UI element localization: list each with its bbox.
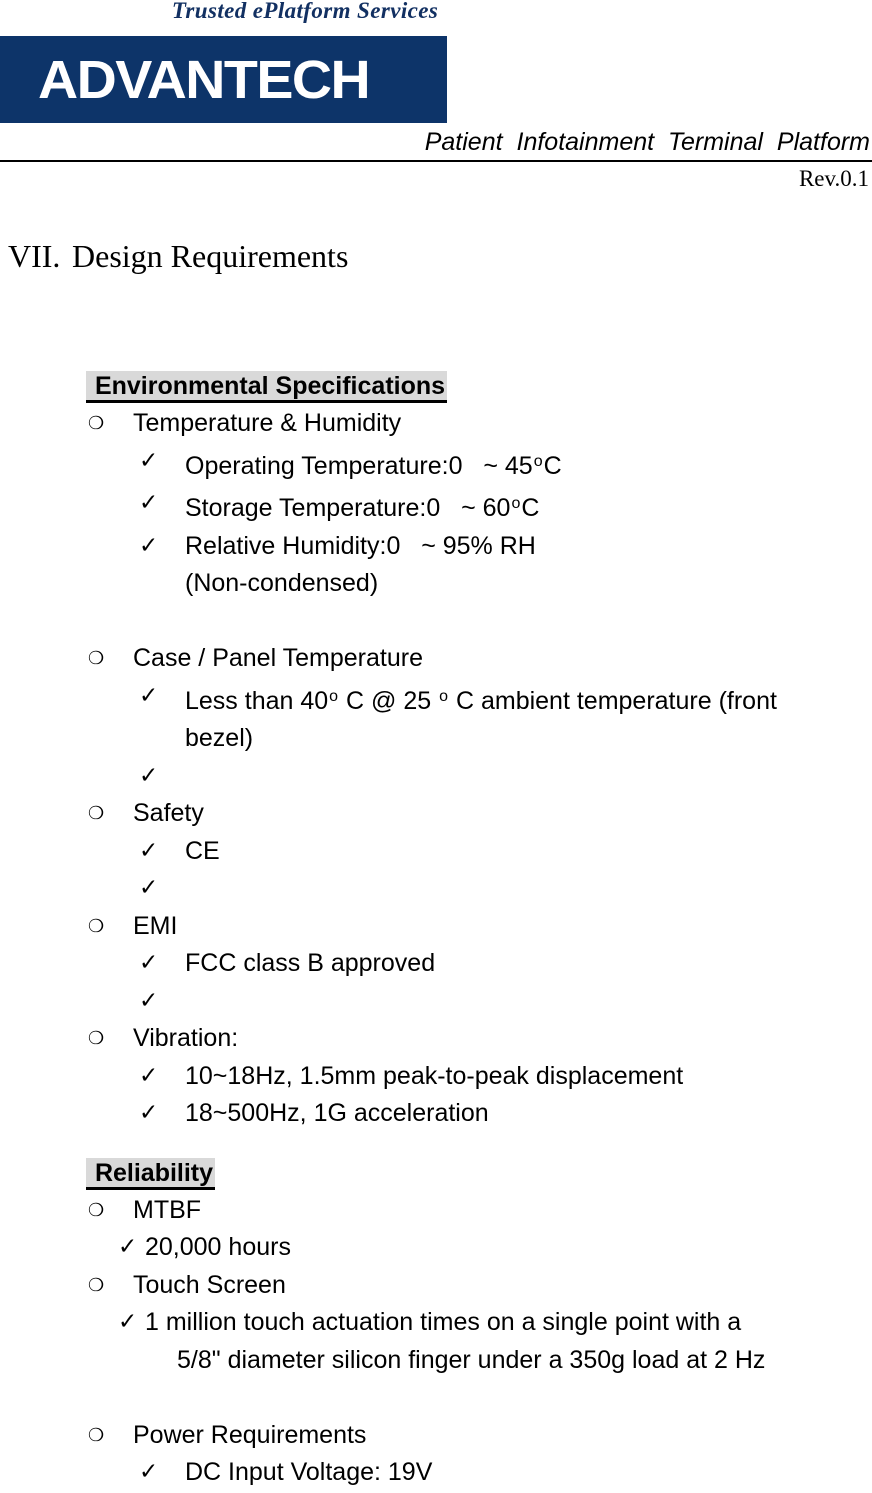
list-item-case-panel-temperature: ❍ Case / Panel Temperature xyxy=(0,640,872,678)
storage-temperature-label: Storage Temperature: xyxy=(185,494,427,522)
checkmark-icon: ✓ xyxy=(139,490,159,516)
checkmark-icon: ✓ xyxy=(118,1234,138,1260)
hollow-circle-bullet-icon: ❍ xyxy=(88,1274,105,1296)
hollow-circle-bullet-icon: ❍ xyxy=(88,1028,105,1049)
page-title: VII. Design Requirements xyxy=(8,236,348,276)
relative-humidity-note: (Non-condensed) xyxy=(185,569,379,597)
list-item-empty-safety: ✓ xyxy=(0,870,872,908)
hollow-circle-bullet-icon: ❍ xyxy=(88,648,105,669)
hollow-circle-bullet-icon: ❍ xyxy=(88,803,105,824)
list-item-label: Safety xyxy=(133,799,204,827)
touch-screen-detail-line-1: 1 million touch actuation times on a sin… xyxy=(145,1308,742,1336)
degree-symbol-icon: o xyxy=(329,687,339,705)
list-item-mtbf: ❍ MTBF xyxy=(0,1192,872,1230)
power-detail: DC Input Voltage: 19V xyxy=(185,1458,433,1486)
list-item-vibration-detail-1: ✓ 10~18Hz, 1.5mm peak-to-peak displaceme… xyxy=(0,1058,872,1096)
list-item-vibration-detail-2: ✓ 18~500Hz, 1G acceleration xyxy=(0,1095,872,1133)
logo-wordmark-text: ADVANTECH xyxy=(38,50,371,110)
page-header: Trusted ePlatform Services ADVANTECH Pat… xyxy=(0,0,872,200)
list-item-emi-fcc: ✓ FCC class B approved xyxy=(0,945,872,983)
list-item-touch-screen-detail: ✓ 1 million touch actuation times on a s… xyxy=(0,1304,872,1379)
list-item-dc-input-voltage: ✓ DC Input Voltage: 19V xyxy=(0,1454,872,1492)
header-divider xyxy=(0,160,872,162)
relative-humidity-label: Relative Humidity: xyxy=(185,531,387,560)
operating-temperature-unit: C xyxy=(543,451,562,480)
section-heading-environmental: Environmental Specifications xyxy=(0,368,872,405)
degree-symbol-icon: o xyxy=(511,495,521,512)
list-item-storage-temperature: ✓ Storage Temperature:0 ~ 60oC xyxy=(0,485,872,528)
list-item-relative-humidity: ✓ Relative Humidity:0 ~ 95% RH (Non-cond… xyxy=(0,528,872,603)
list-item-label: MTBF xyxy=(133,1195,202,1224)
list-item-emi: ❍ EMI xyxy=(0,908,872,946)
operating-temperature-low: 0 xyxy=(448,451,463,480)
list-item-label: Power Requirements xyxy=(133,1420,367,1449)
vibration-detail-2: 18~500Hz, 1G acceleration xyxy=(185,1099,489,1127)
checkmark-icon: ✓ xyxy=(139,875,159,901)
advantech-logo: ADVANTECH xyxy=(0,36,447,123)
checkmark-icon: ✓ xyxy=(139,1459,159,1485)
list-item-safety-ce: ✓ CE xyxy=(0,833,872,871)
list-item-temperature-humidity: ❍ Temperature & Humidity xyxy=(0,405,872,443)
degree-symbol-icon: o xyxy=(533,452,543,470)
case-panel-detail-continued: bezel) xyxy=(185,724,254,752)
list-item-label: Vibration: xyxy=(133,1024,239,1052)
case-panel-detail-a: Less than 40 xyxy=(185,686,329,715)
checkmark-icon: ✓ xyxy=(118,1309,138,1335)
section-heading-reliability: Reliability xyxy=(0,1155,872,1192)
hollow-circle-bullet-icon: ❍ xyxy=(88,1424,105,1446)
degree-symbol-icon: o xyxy=(439,687,449,705)
list-item-touch-screen: ❍ Touch Screen xyxy=(0,1267,872,1305)
company-tagline: Trusted ePlatform Services xyxy=(171,0,439,23)
chapter-title-text: Design Requirements xyxy=(72,238,349,274)
storage-temperature-unit: C xyxy=(521,494,540,522)
list-item-label: Touch Screen xyxy=(133,1270,286,1299)
list-item-case-panel-detail: ✓ Less than 40o C @ 25 o C ambient tempe… xyxy=(0,678,872,758)
list-item-mtbf-hours: ✓ 20,000 hours xyxy=(0,1229,872,1267)
chapter-number: VII. xyxy=(8,238,61,274)
emi-detail: FCC class B approved xyxy=(185,949,436,977)
checkmark-icon: ✓ xyxy=(139,1100,159,1126)
list-item-label: Temperature & Humidity xyxy=(133,409,402,437)
case-panel-detail-b: C @ 25 xyxy=(339,686,439,715)
list-item-empty-case-panel: ✓ xyxy=(0,758,872,796)
checkmark-icon: ✓ xyxy=(139,447,159,474)
list-item-empty-emi: ✓ xyxy=(0,983,872,1021)
list-item-safety: ❍ Safety xyxy=(0,795,872,833)
section-heading-environmental-text: Environmental Specifications xyxy=(86,371,448,403)
checkmark-icon: ✓ xyxy=(139,762,159,789)
checkmark-icon: ✓ xyxy=(139,682,159,709)
hollow-circle-bullet-icon: ❍ xyxy=(88,413,105,434)
checkmark-icon: ✓ xyxy=(139,532,159,559)
checkmark-icon: ✓ xyxy=(139,1062,159,1089)
list-item-label: EMI xyxy=(133,911,178,940)
safety-detail: CE xyxy=(185,836,220,865)
hollow-circle-bullet-icon: ❍ xyxy=(88,915,105,937)
list-item-power-requirements: ❍ Power Requirements xyxy=(0,1417,872,1455)
section-heading-reliability-text: Reliability xyxy=(86,1157,216,1190)
relative-humidity-low: 0 xyxy=(386,531,401,560)
document-title: Patient Infotainment Terminal Platform xyxy=(424,128,870,156)
operating-temperature-range: ~ 45 xyxy=(483,451,533,480)
touch-screen-detail-line-2: 5/8" diameter silicon finger under a 350… xyxy=(177,1345,766,1374)
revision-label: Rev.0.1 xyxy=(798,166,869,191)
list-item-label: Case / Panel Temperature xyxy=(133,644,423,672)
requirements-body: Environmental Specifications ❍ Temperatu… xyxy=(0,368,872,1492)
relative-humidity-range: ~ 95% RH xyxy=(421,531,536,560)
checkmark-icon: ✓ xyxy=(139,837,159,864)
list-item-operating-temperature: ✓ Operating Temperature:0 ~ 45oC xyxy=(0,443,872,486)
checkmark-icon: ✓ xyxy=(139,950,159,976)
checkmark-icon: ✓ xyxy=(139,987,159,1014)
case-panel-detail-c: C ambient temperature (front xyxy=(449,686,777,715)
storage-temperature-range: ~ 60 xyxy=(461,494,511,522)
operating-temperature-label: Operating Temperature: xyxy=(185,451,449,480)
storage-temperature-low: 0 xyxy=(426,494,441,522)
vibration-detail-1: 10~18Hz, 1.5mm peak-to-peak displacement xyxy=(185,1061,684,1090)
mtbf-detail: 20,000 hours xyxy=(145,1233,291,1261)
hollow-circle-bullet-icon: ❍ xyxy=(88,1199,105,1221)
list-item-vibration: ❍ Vibration: xyxy=(0,1020,872,1058)
